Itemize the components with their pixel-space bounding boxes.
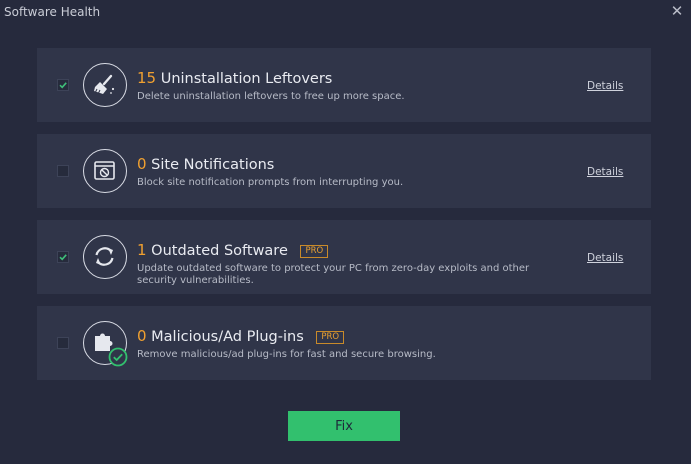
refresh-icon [83, 235, 127, 279]
checkmark-icon [59, 254, 67, 261]
item-uninstallation-leftovers: 15 Uninstallation Leftovers Delete unins… [37, 48, 651, 122]
item-description: Block site notification prompts from int… [137, 177, 404, 188]
item-description: Delete uninstallation leftovers to free … [137, 91, 405, 102]
blocked-notification-icon [83, 149, 127, 193]
item-title: 0 Site Notifications [137, 155, 274, 173]
pro-badge: PRO [316, 331, 345, 344]
item-title: 1 Outdated Software PRO [137, 241, 329, 259]
item-count: 0 [137, 155, 147, 173]
pro-badge: PRO [300, 245, 329, 258]
item-description: Remove malicious/ad plug-ins for fast an… [137, 349, 436, 360]
close-icon[interactable]: ✕ [669, 3, 685, 19]
item-label: Outdated Software [151, 243, 288, 259]
item-label: Uninstallation Leftovers [160, 71, 333, 87]
item-outdated-software: 1 Outdated Software PRO Update outdated … [37, 220, 651, 294]
item-label: Malicious/Ad Plug-ins [151, 329, 304, 345]
item-checkbox[interactable] [57, 337, 69, 349]
item-checkbox[interactable] [57, 165, 69, 177]
item-label: Site Notifications [151, 157, 275, 173]
item-description: Update outdated software to protect your… [137, 263, 530, 286]
details-link[interactable]: Details [587, 252, 623, 264]
fix-button[interactable]: Fix [288, 411, 400, 441]
details-link[interactable]: Details [587, 80, 623, 92]
checkmark-icon [59, 82, 67, 89]
item-title: 0 Malicious/Ad Plug-ins PRO [137, 327, 345, 345]
item-count: 15 [137, 69, 157, 87]
item-checkbox[interactable] [57, 251, 69, 263]
window-title: Software Health [4, 5, 101, 19]
item-site-notifications: 0 Site Notifications Block site notifica… [37, 134, 651, 208]
item-malicious-plugins: 0 Malicious/Ad Plug-ins PRO Remove malic… [37, 306, 651, 380]
item-checkbox[interactable] [57, 79, 69, 91]
item-count: 1 [137, 241, 147, 259]
title-bar: Software Health ✕ [0, 0, 691, 26]
puzzle-shield-icon [83, 321, 128, 367]
check-circle-icon [108, 347, 128, 367]
broom-icon [83, 63, 127, 107]
item-title: 15 Uninstallation Leftovers [137, 69, 332, 87]
item-count: 0 [137, 327, 147, 345]
details-link[interactable]: Details [587, 166, 623, 178]
